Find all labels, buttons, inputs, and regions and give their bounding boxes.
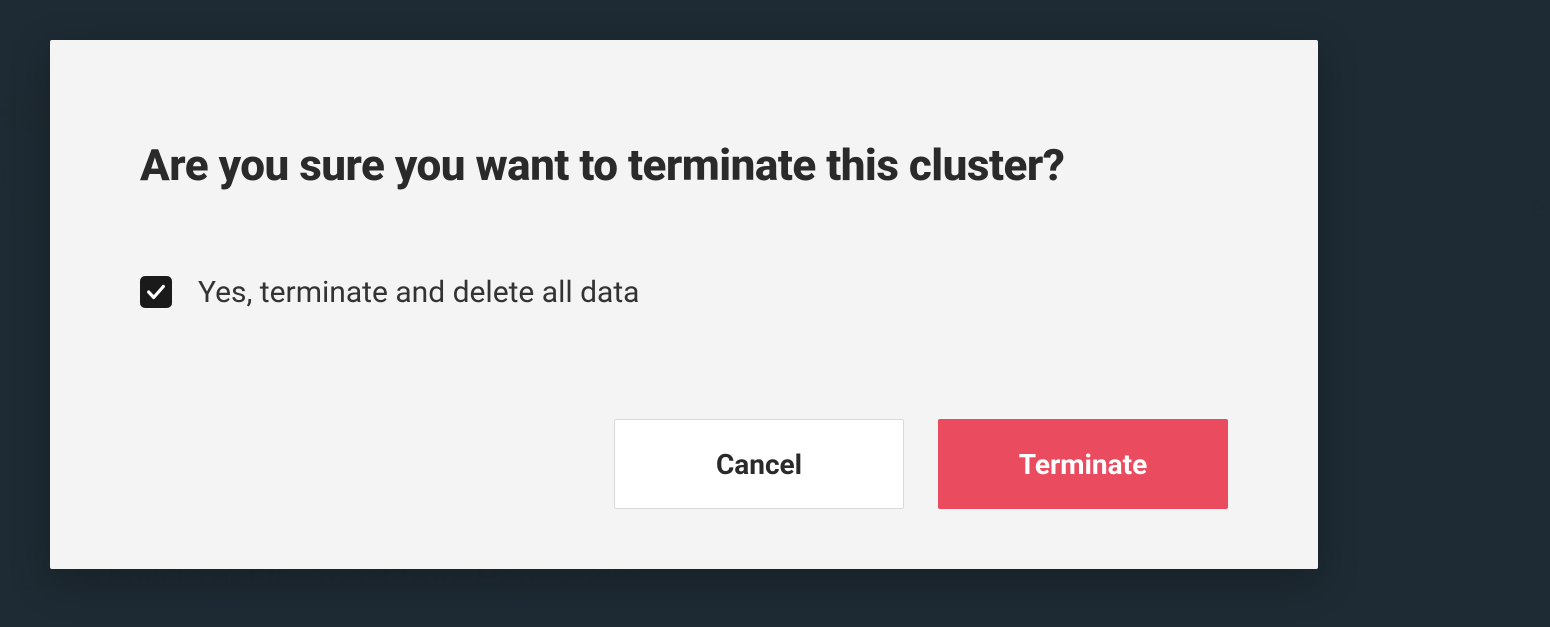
dialog-title: Are you sure you want to terminate this …	[140, 140, 1228, 191]
confirm-checkbox[interactable]	[140, 276, 172, 308]
confirm-checkbox-row[interactable]: Yes, terminate and delete all data	[140, 275, 1228, 310]
confirm-checkbox-label[interactable]: Yes, terminate and delete all data	[198, 275, 640, 310]
cancel-button-label: Cancel	[716, 448, 802, 481]
terminate-button[interactable]: Terminate	[938, 419, 1228, 509]
terminate-button-label: Terminate	[1019, 448, 1147, 481]
cancel-button[interactable]: Cancel	[614, 419, 904, 509]
checkmark-icon	[145, 281, 167, 303]
dialog-button-row: Cancel Terminate	[140, 349, 1228, 509]
terminate-cluster-dialog: Are you sure you want to terminate this …	[50, 40, 1318, 569]
